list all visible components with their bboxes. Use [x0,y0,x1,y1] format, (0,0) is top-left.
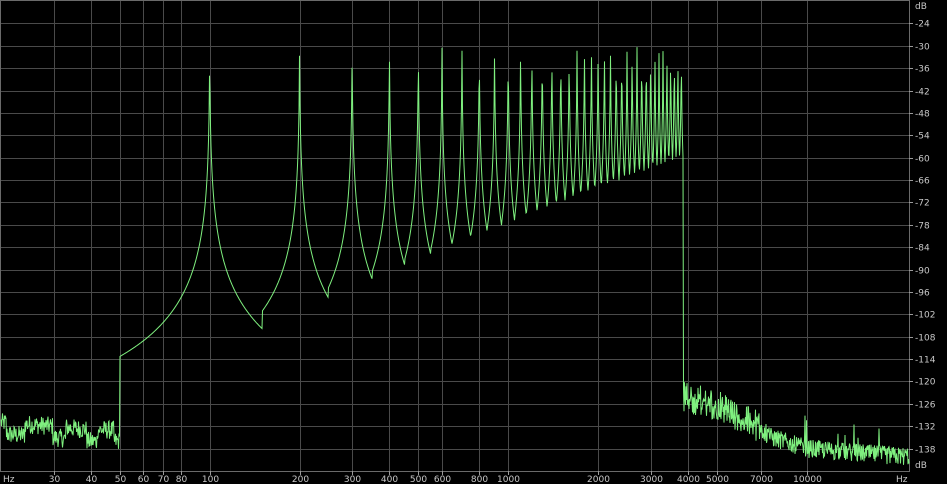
y-tick-label: -66 [915,177,930,187]
y-tick-label: -108 [915,334,936,344]
y-tick-label: -24 [915,20,930,30]
y-tick-label: -120 [915,378,936,388]
y-tick-label: -78 [915,222,930,232]
x-tick-label: 1000 [497,475,520,484]
x-tick-label: 400 [381,475,398,484]
x-tick-label: 80 [176,475,188,484]
y-tick-label: -48 [915,110,930,120]
x-unit-left: Hz [3,475,15,484]
x-tick-label: 300 [344,475,361,484]
x-tick-label: 800 [471,475,488,484]
y-tick-label: -96 [915,289,930,299]
y-tick-label: -126 [915,401,936,411]
y-tick-label: -72 [915,199,930,209]
x-tick-label: 100 [202,475,219,484]
x-unit-right: Hz [896,475,908,484]
x-tick-label: 500 [410,475,427,484]
y-tick-label: -60 [915,155,930,165]
x-tick-label: 40 [86,475,98,484]
y-tick-label: -102 [915,311,935,321]
y-tick-label: -36 [915,65,930,75]
y-tick-label: -42 [915,88,930,98]
y-tick-label: -90 [915,267,930,277]
y-tick-label: -114 [915,356,936,366]
spectrum-analyzer: -24 -30 -36 -42 -48 -54 -60 -66 -72 -78 -84 -90 -96 -… [0,0,936,484]
x-tick-label: 30 [49,475,61,484]
y-axis: -24 -30 -36 -42 -48 -54 -60 -66 -72 -78 -84 -90 -96 -… [909,20,936,456]
x-tick-label: 10000 [793,475,822,484]
x-tick-label: 200 [292,475,309,484]
x-tick-label: 50 [115,475,127,484]
y-unit-bottom: dB [915,461,927,471]
y-tick-label: -138 [915,446,936,456]
y-tick-label: -54 [915,132,930,142]
y-unit-top: dB [915,2,927,12]
x-axis: 30 40 50 60 70 80 100 200 300 400 500 600 800 1000 200… [49,471,822,484]
y-tick-label: -30 [915,43,930,53]
x-tick-label: 7000 [750,475,773,484]
x-tick-label: 4000 [677,475,700,484]
y-tick-label: -132 [915,423,935,433]
y-tick-label: -84 [915,244,930,254]
x-tick-label: 5000 [706,475,729,484]
plot-background [0,0,910,472]
x-tick-label: 600 [434,475,451,484]
x-tick-label: 60 [138,475,150,484]
x-tick-label: 70 [158,475,170,484]
x-tick-label: 3000 [640,475,663,484]
x-tick-label: 2000 [587,475,610,484]
